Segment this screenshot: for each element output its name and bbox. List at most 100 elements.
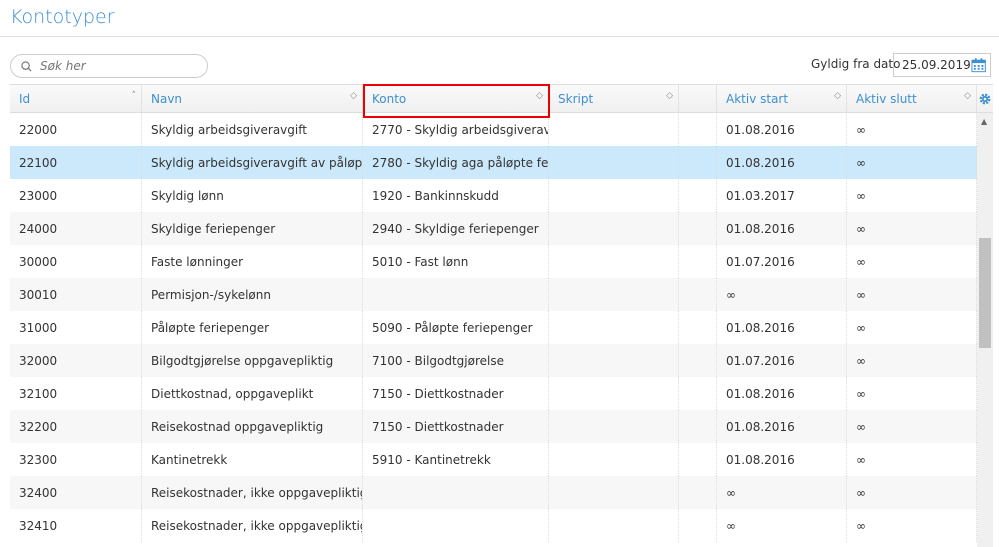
cell-navn: Skyldige feriepenger <box>142 212 363 245</box>
cell-aktiv-start: 01.08.2016 <box>717 146 847 179</box>
sort-icon[interactable]: ◇ <box>964 91 971 101</box>
column-label: Aktiv slutt <box>856 91 917 106</box>
cell-blank <box>679 443 717 476</box>
table-row[interactable]: 30010 Permisjon-/sykelønn ∞ ∞ <box>10 278 993 311</box>
cell-skript <box>549 443 679 476</box>
column-header-blank[interactable] <box>679 85 717 112</box>
cell-id: 30000 <box>10 245 142 278</box>
data-grid: Id ˄ Navn ◇ Konto ◇ Skript ◇ Aktiv start ◇ Aktiv s… <box>10 84 993 542</box>
column-header-id[interactable]: Id ˄ <box>10 85 142 112</box>
column-header-navn[interactable]: Navn ◇ <box>142 85 363 112</box>
cell-aktiv-slutt: ∞ <box>847 344 977 377</box>
cell-aktiv-slutt: ∞ <box>847 377 977 410</box>
cell-blank <box>679 311 717 344</box>
cell-aktiv-slutt: ∞ <box>847 212 977 245</box>
cell-aktiv-slutt: ∞ <box>847 509 977 542</box>
cell-konto: 5910 - Kantinetrekk <box>363 443 549 476</box>
cell-konto <box>363 509 549 542</box>
page-title: Kontotyper <box>10 6 115 28</box>
scrollbar[interactable]: ▲ <box>977 113 993 547</box>
table-row[interactable]: 31000 Påløpte feriepenger 5090 - Påløpte f… <box>10 311 993 344</box>
column-header-skript[interactable]: Skript ◇ <box>549 85 679 112</box>
cell-id: 32400 <box>10 476 142 509</box>
cell-navn: Kantinetrekk <box>142 443 363 476</box>
table-row[interactable]: 32200 Reisekostnad oppgavepliktig 7150 - D… <box>10 410 993 443</box>
table-row[interactable]: 22100 Skyldig arbeidsgiveravgift av påløp… <box>10 146 993 179</box>
sort-icon[interactable]: ◇ <box>350 91 357 101</box>
column-label: Navn <box>151 91 183 106</box>
sort-ascending-icon[interactable]: ˄ <box>132 91 137 101</box>
cell-aktiv-start: 01.08.2016 <box>717 377 847 410</box>
table-row[interactable]: 32100 Diettkostnad, oppgaveplikt 7150 - Di… <box>10 377 993 410</box>
konto-column-highlight <box>363 84 550 118</box>
search-box[interactable] <box>10 54 208 78</box>
search-input[interactable] <box>38 58 202 74</box>
cell-skript <box>549 179 679 212</box>
cell-navn: Permisjon-/sykelønn <box>142 278 363 311</box>
sort-icon[interactable]: ◇ <box>666 91 673 101</box>
cell-aktiv-slutt: ∞ <box>847 410 977 443</box>
search-icon <box>21 60 32 72</box>
table-row[interactable]: 32300 Kantinetrekk 5910 - Kantinetrekk 01.0… <box>10 443 993 476</box>
cell-aktiv-start: 01.08.2016 <box>717 113 847 146</box>
cell-aktiv-slutt: ∞ <box>847 179 977 212</box>
cell-skript <box>549 344 679 377</box>
column-header-aktiv-slutt[interactable]: Aktiv slutt ◇ <box>847 85 977 112</box>
cell-id: 22100 <box>10 146 142 179</box>
cell-skript <box>549 113 679 146</box>
cell-konto: 7150 - Diettkostnader <box>363 410 549 443</box>
cell-navn: Skyldig lønn <box>142 179 363 212</box>
cell-aktiv-start: 01.08.2016 <box>717 410 847 443</box>
cell-skript <box>549 476 679 509</box>
cell-aktiv-start: ∞ <box>717 476 847 509</box>
cell-aktiv-slutt: ∞ <box>847 311 977 344</box>
table-row[interactable]: 30000 Faste lønninger 5010 - Fast lønn 01.0… <box>10 245 993 278</box>
table-row[interactable]: 24000 Skyldige feriepenger 2940 - Skyldige… <box>10 212 993 245</box>
calendar-icon[interactable] <box>971 57 986 73</box>
column-label: Aktiv start <box>726 91 789 106</box>
gear-icon <box>979 93 991 104</box>
cell-konto: 7150 - Diettkostnader <box>363 377 549 410</box>
date-field[interactable]: 25.09.2019 <box>893 53 991 77</box>
cell-aktiv-start: 01.03.2017 <box>717 179 847 212</box>
cell-navn: Skyldig arbeidsgiveravgift av påløpt... <box>142 146 363 179</box>
sort-icon[interactable]: ◇ <box>834 91 841 101</box>
cell-skript <box>549 311 679 344</box>
cell-id: 23000 <box>10 179 142 212</box>
column-settings-button[interactable] <box>977 85 993 112</box>
date-label: Gyldig fra dato <box>811 57 901 71</box>
table-row[interactable]: 23000 Skyldig lønn 1920 - Bankinnskudd 01.0… <box>10 179 993 212</box>
cell-aktiv-start: 01.08.2016 <box>717 443 847 476</box>
grid-body: 22000 Skyldig arbeidsgiveravgift 2770 - Sk… <box>10 113 993 542</box>
cell-konto <box>363 476 549 509</box>
table-row[interactable]: 32410 Reisekostnader, ikke oppgavepliktig… <box>10 509 993 542</box>
cell-skript <box>549 212 679 245</box>
cell-navn: Diettkostnad, oppgaveplikt <box>142 377 363 410</box>
cell-aktiv-start: ∞ <box>717 278 847 311</box>
table-row[interactable]: 32400 Reisekostnader, ikke oppgavepliktig… <box>10 476 993 509</box>
cell-id: 32200 <box>10 410 142 443</box>
cell-konto: 2940 - Skyldige feriepenger <box>363 212 549 245</box>
cell-navn: Bilgodtgjørelse oppgavepliktig <box>142 344 363 377</box>
cell-blank <box>679 410 717 443</box>
cell-blank <box>679 113 717 146</box>
cell-aktiv-start: ∞ <box>717 509 847 542</box>
cell-blank <box>679 146 717 179</box>
cell-id: 32000 <box>10 344 142 377</box>
scrollbar-thumb[interactable] <box>979 238 991 348</box>
cell-skript <box>549 509 679 542</box>
cell-navn: Reisekostnad oppgavepliktig <box>142 410 363 443</box>
cell-id: 24000 <box>10 212 142 245</box>
cell-navn: Skyldig arbeidsgiveravgift <box>142 113 363 146</box>
cell-blank <box>679 179 717 212</box>
table-row[interactable]: 32000 Bilgodtgjørelse oppgavepliktig 7100 … <box>10 344 993 377</box>
column-header-aktiv-start[interactable]: Aktiv start ◇ <box>717 85 847 112</box>
date-value: 25.09.2019 <box>902 58 971 72</box>
cell-navn: Påløpte feriepenger <box>142 311 363 344</box>
cell-blank <box>679 344 717 377</box>
cell-aktiv-slutt: ∞ <box>847 146 977 179</box>
divider <box>0 36 999 37</box>
cell-id: 32100 <box>10 377 142 410</box>
scroll-up-icon[interactable]: ▲ <box>981 117 987 126</box>
cell-skript <box>549 146 679 179</box>
